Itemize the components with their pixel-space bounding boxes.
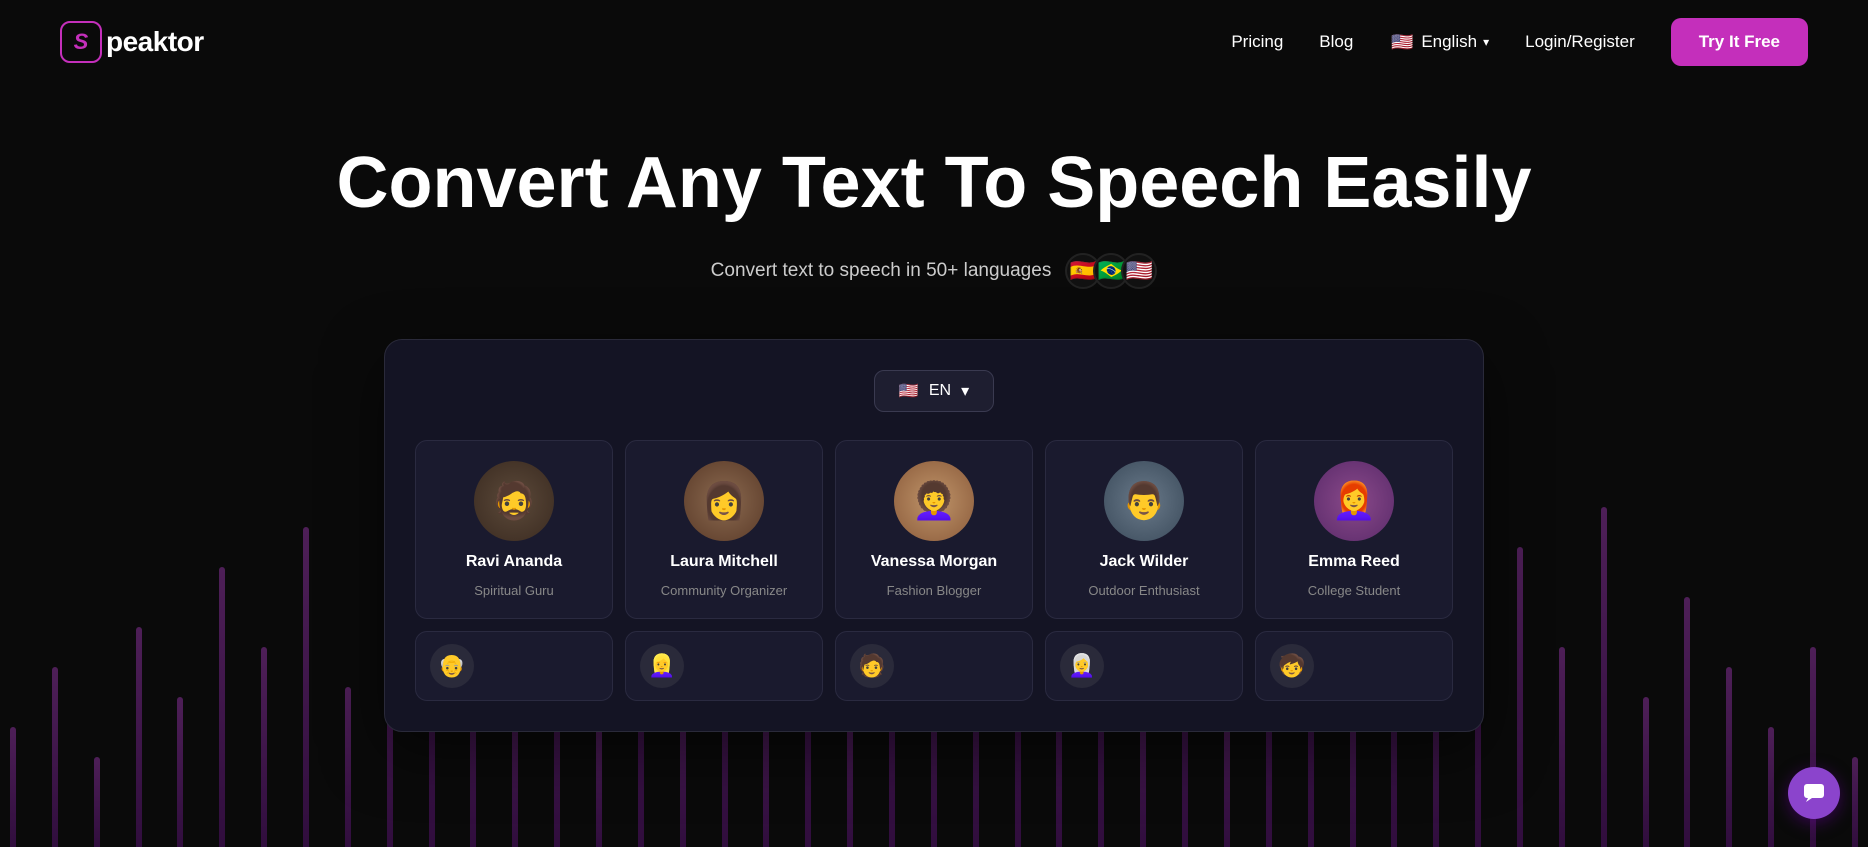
voice-card-jack[interactable]: 👨 Jack Wilder Outdoor Enthusiast xyxy=(1045,440,1243,619)
language-flag: 🇺🇸 xyxy=(1389,29,1415,55)
voice-card-ravi[interactable]: 🧔 Ravi Ananda Spiritual Guru xyxy=(415,440,613,619)
voice-avatar-laura: 👩 xyxy=(684,461,764,541)
hero-subtitle: Convert text to speech in 50+ languages … xyxy=(40,253,1828,289)
voice-role-ravi: Spiritual Guru xyxy=(474,583,553,598)
logo[interactable]: S peaktor xyxy=(60,21,204,63)
logo-icon: S xyxy=(60,21,102,63)
hero-title: Convert Any Text To Speech Easily xyxy=(334,144,1534,223)
voice-role-jack: Outdoor Enthusiast xyxy=(1088,583,1199,598)
chat-button[interactable] xyxy=(1788,767,1840,819)
language-selector[interactable]: 🇺🇸 English ▾ xyxy=(1389,29,1489,55)
voice-card-mini-2[interactable]: 👱‍♀️ xyxy=(625,631,823,701)
login-register-link[interactable]: Login/Register xyxy=(1525,32,1635,52)
voice-card-laura[interactable]: 👩 Laura Mitchell Community Organizer xyxy=(625,440,823,619)
voice-avatar-jack: 👨 xyxy=(1104,461,1184,541)
voice-card-mini-4[interactable]: 👩‍🦳 xyxy=(1045,631,1243,701)
try-it-free-button[interactable]: Try It Free xyxy=(1671,18,1808,66)
chevron-down-icon: ▾ xyxy=(1483,35,1489,49)
nav-pricing[interactable]: Pricing xyxy=(1231,32,1283,52)
voice-name-ravi: Ravi Ananda xyxy=(466,553,562,571)
wave-bar xyxy=(1852,757,1858,847)
app-language-selector-container: 🇺🇸 EN ▾ xyxy=(415,370,1453,412)
app-language-flag: 🇺🇸 xyxy=(899,381,919,401)
voice-cards-row1: 🧔 Ravi Ananda Spiritual Guru 👩 Laura Mit… xyxy=(415,440,1453,619)
hero-subtitle-text: Convert text to speech in 50+ languages xyxy=(711,260,1052,282)
app-language-label: EN xyxy=(929,382,951,400)
logo-text: peaktor xyxy=(106,26,204,58)
app-language-button[interactable]: 🇺🇸 EN ▾ xyxy=(874,370,994,412)
app-chevron-icon: ▾ xyxy=(961,381,969,401)
voice-avatar-ravi: 🧔 xyxy=(474,461,554,541)
voice-card-mini-1[interactable]: 👴 xyxy=(415,631,613,701)
nav-blog[interactable]: Blog xyxy=(1319,32,1353,52)
app-preview-card: 🇺🇸 EN ▾ 🧔 Ravi Ananda Spiritual Guru 👩 L… xyxy=(384,339,1484,732)
voice-cards-row2: 👴 👱‍♀️ 🧑 👩‍🦳 🧒 xyxy=(415,631,1453,701)
nav-links: Pricing Blog 🇺🇸 English ▾ Login/Register… xyxy=(1231,18,1808,66)
language-flags-group: 🇪🇸 🇧🇷 🇺🇸 xyxy=(1065,253,1157,289)
voice-name-emma: Emma Reed xyxy=(1308,553,1400,571)
voice-name-vanessa: Vanessa Morgan xyxy=(871,553,997,571)
flag-english: 🇺🇸 xyxy=(1121,253,1157,289)
voice-avatar-mini-2: 👱‍♀️ xyxy=(640,644,684,688)
voice-avatar-mini-4: 👩‍🦳 xyxy=(1060,644,1104,688)
voice-role-emma: College Student xyxy=(1308,583,1401,598)
voice-name-laura: Laura Mitchell xyxy=(670,553,778,571)
voice-role-laura: Community Organizer xyxy=(661,583,787,598)
wave-bar xyxy=(94,757,100,847)
voice-role-vanessa: Fashion Blogger xyxy=(887,583,982,598)
voice-avatar-mini-5: 🧒 xyxy=(1270,644,1314,688)
voice-card-mini-3[interactable]: 🧑 xyxy=(835,631,1033,701)
voice-name-jack: Jack Wilder xyxy=(1100,553,1189,571)
voice-card-emma[interactable]: 👩‍🦰 Emma Reed College Student xyxy=(1255,440,1453,619)
chat-icon xyxy=(1802,782,1826,804)
voice-avatar-vanessa: 👩‍🦱 xyxy=(894,461,974,541)
hero-section: Convert Any Text To Speech Easily Conver… xyxy=(0,84,1868,752)
voice-card-vanessa[interactable]: 👩‍🦱 Vanessa Morgan Fashion Blogger xyxy=(835,440,1033,619)
language-label: English xyxy=(1421,32,1477,52)
voice-avatar-emma: 👩‍🦰 xyxy=(1314,461,1394,541)
voice-avatar-mini-1: 👴 xyxy=(430,644,474,688)
voice-card-mini-5[interactable]: 🧒 xyxy=(1255,631,1453,701)
voice-avatar-mini-3: 🧑 xyxy=(850,644,894,688)
navbar: S peaktor Pricing Blog 🇺🇸 English ▾ Logi… xyxy=(0,0,1868,84)
